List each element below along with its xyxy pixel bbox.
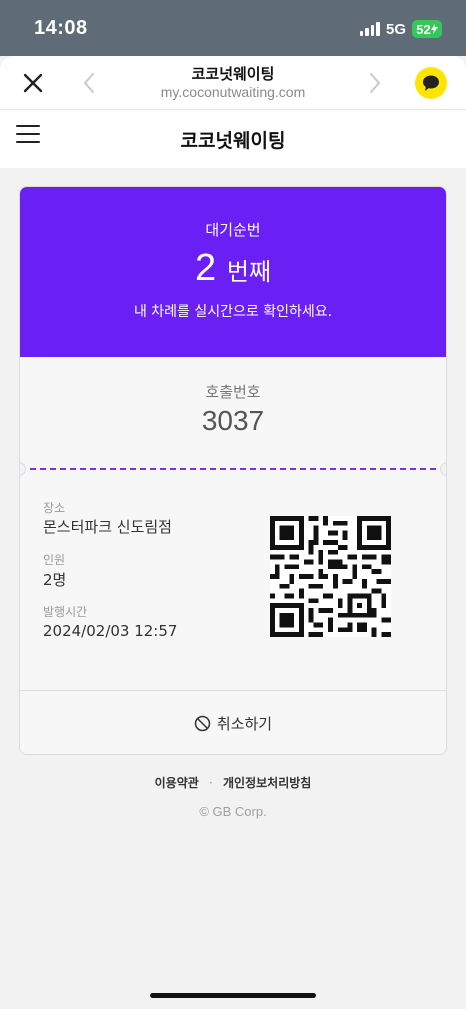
issued-time-value: 2024/02/03 12:57 xyxy=(43,622,178,640)
party-size-value: 2명 xyxy=(43,571,67,589)
browser-title: 코코넛웨이팅 xyxy=(191,65,275,83)
battery-icon: 52 xyxy=(412,20,442,38)
ticket-notch-left xyxy=(20,462,26,476)
kakao-chat-icon[interactable] xyxy=(415,67,447,99)
copyright: © GB Corp. xyxy=(199,804,267,819)
ticket-header: 대기순번 2 번째 내 차례를 실시간으로 확인하세요. xyxy=(20,187,446,357)
terms-link[interactable]: 이용약관 xyxy=(155,776,199,790)
wait-order-label: 대기순번 xyxy=(205,221,261,239)
ticket-notch-right xyxy=(440,462,446,476)
chevron-right-icon[interactable] xyxy=(364,70,386,96)
wait-number-value: 2 xyxy=(194,247,217,289)
in-app-browser-bar: 코코넛웨이팅 my.coconutwaiting.com xyxy=(0,56,466,110)
wait-order-number: 2 번째 xyxy=(20,247,446,290)
status-bar: 14:08 5G 52 xyxy=(0,0,466,56)
call-number-label: 호출번호 xyxy=(205,383,261,401)
status-time: 14:08 xyxy=(34,17,88,39)
close-icon[interactable] xyxy=(18,68,48,98)
cancel-button[interactable]: 취소하기 xyxy=(20,691,446,754)
app-header: 코코넛웨이팅 xyxy=(0,110,466,168)
battery-level: 52 xyxy=(416,21,431,37)
prohibited-circle-icon xyxy=(194,715,211,731)
issued-time-label: 발행시간 xyxy=(43,605,88,619)
footer-links: 이용약관 · 개인정보처리방침 xyxy=(0,774,466,791)
app-title: 코코넛웨이팅 xyxy=(180,130,286,152)
qr-code xyxy=(270,516,391,637)
wait-description: 내 차례를 실시간으로 확인하세요. xyxy=(133,304,333,320)
status-indicators: 5G 52 xyxy=(359,20,442,38)
footer-separator: · xyxy=(209,776,213,790)
wait-number-unit: 번째 xyxy=(226,258,272,286)
place-value: 몬스터파크 신도림점 xyxy=(43,518,172,536)
network-type: 5G xyxy=(385,20,406,38)
cancel-label: 취소하기 xyxy=(216,714,273,733)
signal-icon xyxy=(359,22,380,36)
chevron-left-icon[interactable] xyxy=(78,70,100,96)
browser-url: my.coconutwaiting.com xyxy=(160,84,306,100)
waiting-ticket-card: 대기순번 2 번째 내 차례를 실시간으로 확인하세요. 호출번호 3037 장… xyxy=(19,186,447,755)
privacy-policy-link[interactable]: 개인정보처리방침 xyxy=(223,776,311,790)
call-number-value: 3037 xyxy=(201,405,265,436)
home-indicator[interactable] xyxy=(150,993,316,998)
place-label: 장소 xyxy=(43,501,66,515)
party-size-label: 인원 xyxy=(43,553,66,567)
ticket-divider xyxy=(30,468,436,470)
charging-bolt-icon xyxy=(430,24,438,34)
